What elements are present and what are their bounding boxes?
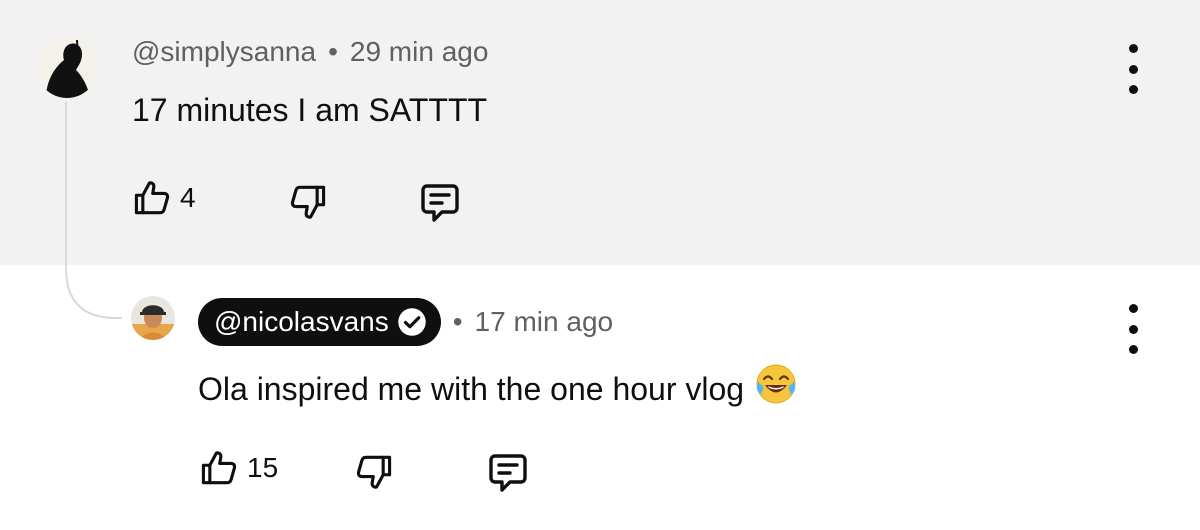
kebab-dot [1128,85,1138,94]
reply-more-options-button[interactable] [1118,304,1148,354]
reply-icon [421,184,459,222]
reply-dislike-button[interactable] [352,450,396,494]
meta-separator: • [452,306,463,337]
comment-author[interactable]: @simplysanna [132,36,316,68]
avatar[interactable] [36,36,98,98]
reply-like-button[interactable]: 15 [197,446,278,490]
more-options-button[interactable] [1118,44,1148,94]
kebab-dot [1128,64,1138,74]
thumbs-up-icon [201,451,237,485]
thumbs-up-icon [134,181,170,215]
verified-check-icon [397,307,427,337]
avatar-silhouette-icon [36,36,98,98]
reply-avatar[interactable] [131,296,175,340]
kebab-dot [1128,304,1138,313]
kebab-dot [1128,345,1138,354]
meta-separator: • [328,36,338,67]
comment-timestamp[interactable]: 29 min ago [350,36,489,68]
reply-reply-button[interactable] [484,448,532,496]
reply-meta: @nicolasvans • 17 min ago [198,298,613,346]
reply-like-count: 15 [247,452,279,483]
channel-owner-badge[interactable]: @nicolasvans [198,298,441,346]
reply-text: Ola inspired me with the one hour vlog [198,362,798,408]
reply-timestamp[interactable]: 17 min ago [475,306,614,338]
dislike-button[interactable] [286,180,330,224]
reply-icon [489,454,527,492]
kebab-dot [1128,324,1138,334]
thumbs-down-icon [356,455,392,489]
avatar-photo-icon [131,296,175,340]
like-button[interactable]: 4 [130,176,196,220]
comment-text: 17 minutes I am SATTTT [132,92,488,128]
reply-text-content: Ola inspired me with the one hour vlog [198,371,745,407]
comment-meta: @simplysanna • 29 min ago [132,36,488,68]
reply-button[interactable] [416,178,464,226]
reply-author: @nicolasvans [214,306,389,337]
like-count: 4 [180,182,196,213]
thumbs-down-icon [290,185,326,219]
kebab-dot [1128,44,1138,53]
face-with-tears-of-joy-icon [754,362,798,406]
